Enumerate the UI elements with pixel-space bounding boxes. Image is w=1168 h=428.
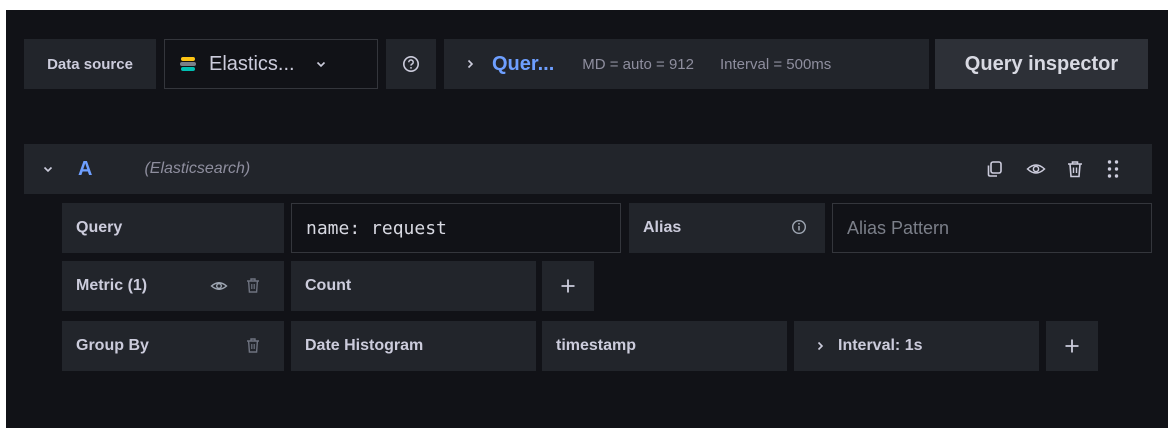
trash-icon[interactable] — [1066, 159, 1084, 179]
metric-eye-icon[interactable] — [210, 278, 228, 294]
query-editor-panel: Data source Elastics... Quer... MD = aut… — [6, 10, 1168, 428]
query-input-value: name: request — [306, 217, 447, 239]
drag-handle-icon[interactable] — [1106, 158, 1120, 180]
group-by-settings-toggle[interactable]: Interval: 1s — [794, 321, 1039, 371]
group-by-field-select[interactable]: timestamp — [542, 321, 787, 371]
query-options-link[interactable]: Quer... — [492, 53, 554, 76]
group-by-type-select[interactable]: Date Histogram — [291, 321, 536, 371]
alias-placeholder: Alias Pattern — [847, 217, 950, 238]
query-ref-id[interactable]: A — [78, 158, 92, 181]
group-by-label-box: Group By — [62, 321, 284, 371]
group-by-field: timestamp — [556, 337, 637, 354]
chevron-down-icon — [315, 58, 327, 70]
datasource-picker[interactable]: Elastics... — [164, 39, 378, 89]
metric-type-select[interactable]: Count — [291, 261, 536, 311]
query-datasource-name: (Elasticsearch) — [144, 160, 251, 177]
info-icon[interactable] — [791, 219, 807, 235]
group-by-label: Group By — [76, 337, 149, 354]
chevron-right-icon — [814, 340, 826, 352]
data-source-label: Data source — [47, 55, 133, 73]
add-metric-button[interactable] — [542, 261, 594, 311]
metric-label-box: Metric (1) — [62, 261, 284, 311]
alias-input[interactable]: Alias Pattern — [832, 203, 1152, 253]
help-button[interactable] — [386, 39, 436, 89]
chevron-right-icon — [464, 58, 476, 70]
group-by-interval: Interval: 1s — [838, 337, 923, 354]
data-source-label-box: Data source — [24, 39, 156, 89]
metric-type: Count — [305, 277, 352, 294]
alias-label: Alias — [643, 219, 682, 236]
group-by-type: Date Histogram — [305, 337, 424, 354]
metric-trash-icon[interactable] — [246, 277, 260, 294]
query-input[interactable]: name: request — [291, 203, 621, 253]
query-inspector-label: Query inspector — [964, 52, 1119, 75]
query-options-bar[interactable]: Quer... MD = auto = 912 Interval = 500ms — [444, 39, 929, 89]
query-label: Query — [76, 219, 123, 236]
datasource-name: Elastics... — [209, 52, 295, 75]
query-inspector-button[interactable]: Query inspector — [935, 39, 1148, 89]
help-icon — [402, 55, 420, 73]
group-by-trash-icon[interactable] — [246, 337, 260, 354]
eye-icon[interactable] — [1026, 160, 1046, 178]
duplicate-query-icon[interactable] — [984, 159, 1004, 179]
add-group-by-button[interactable] — [1046, 321, 1098, 371]
interval-info: Interval = 500ms — [720, 55, 832, 73]
elasticsearch-logo-icon — [179, 55, 197, 73]
plus-icon — [1064, 338, 1080, 354]
max-data-points: MD = auto = 912 — [582, 55, 694, 73]
plus-icon — [560, 278, 576, 294]
collapse-chevron-icon[interactable] — [42, 163, 54, 175]
metric-label: Metric (1) — [76, 277, 148, 294]
alias-label-box: Alias — [629, 203, 825, 253]
query-row-header: A (Elasticsearch) — [24, 144, 1152, 194]
query-label-box: Query — [62, 203, 284, 253]
